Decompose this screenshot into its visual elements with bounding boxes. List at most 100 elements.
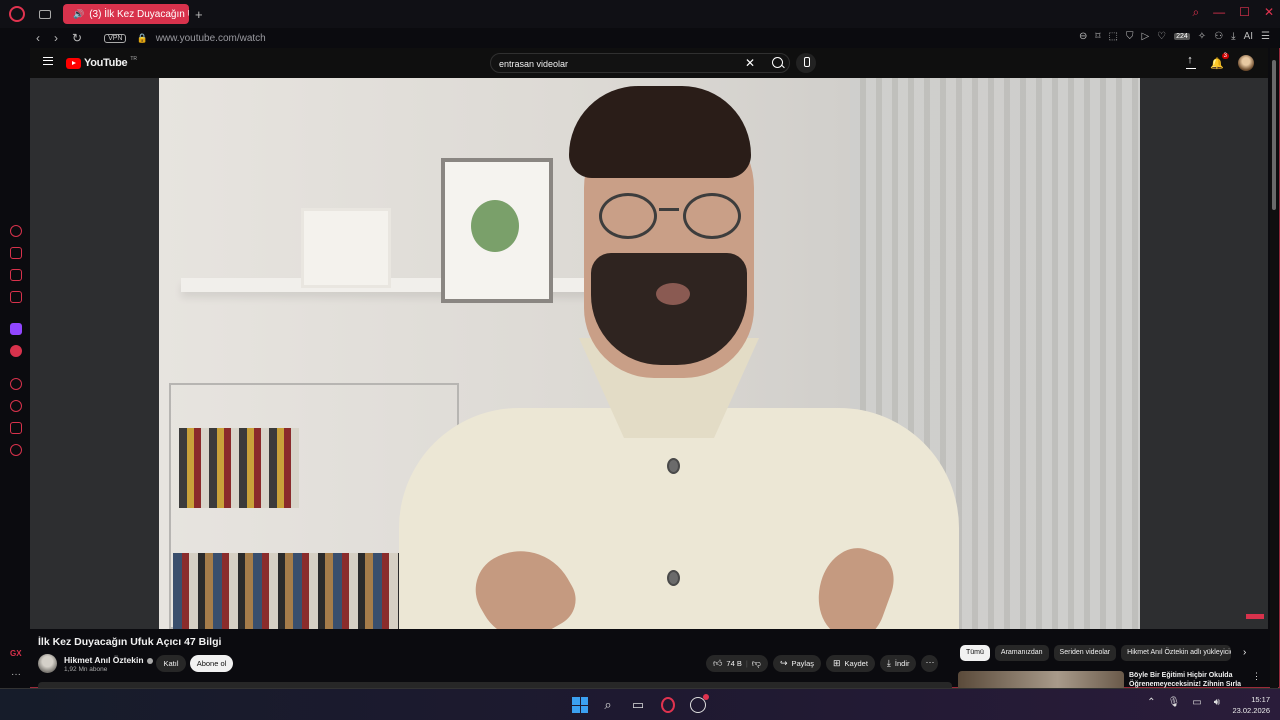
thumbs-down-icon[interactable]: 👎︎ bbox=[752, 658, 761, 669]
zoom-icon[interactable]: ⊖ bbox=[1079, 31, 1087, 42]
subscribe-button[interactable]: Abone ol bbox=[190, 655, 233, 672]
extension-badge[interactable]: 224 bbox=[1174, 33, 1190, 40]
menu-hamburger-icon[interactable] bbox=[43, 57, 53, 65]
player-icon[interactable]: ▷ bbox=[1141, 31, 1149, 42]
verified-icon bbox=[146, 657, 153, 664]
tab-title: (3) İlk Kez Duyacağın U bbox=[89, 8, 189, 20]
extensions-sidebar-icon[interactable] bbox=[10, 422, 22, 434]
recommended-title-line1: Böyle Bir Eğitimi Hiçbir Okulda bbox=[1129, 672, 1233, 679]
ai-button[interactable]: AI bbox=[1244, 31, 1253, 42]
chip-uploader[interactable]: Hikmet Anıl Öztekin adlı yükleyicid bbox=[1121, 645, 1232, 661]
snapshot-icon[interactable]: ⬚ bbox=[1108, 31, 1117, 42]
share-label: Paylaş bbox=[791, 659, 814, 668]
video-books-top bbox=[179, 428, 299, 508]
opera-logo-icon[interactable] bbox=[9, 6, 25, 22]
settings-icon[interactable] bbox=[10, 444, 22, 456]
taskbar-clock[interactable]: 15:17 23.02.2026 bbox=[1232, 694, 1270, 716]
video-player[interactable] bbox=[30, 78, 1268, 629]
gx-control-icon[interactable] bbox=[10, 225, 22, 237]
close-button[interactable]: ✕ bbox=[1264, 5, 1274, 20]
history-icon[interactable] bbox=[10, 400, 22, 412]
network-icon[interactable]: ▭ bbox=[1192, 697, 1201, 708]
share-button[interactable]: ↪ Paylaş bbox=[772, 655, 821, 672]
channel-name-row[interactable]: Hikmet Anıl Öztekin bbox=[64, 655, 153, 665]
back-icon[interactable]: ‹ bbox=[36, 31, 40, 45]
recommended-more-icon[interactable]: ⋮ bbox=[1252, 671, 1261, 682]
minimize-button[interactable]: — bbox=[1213, 5, 1225, 20]
save-button[interactable]: ⊞ Kaydet bbox=[826, 655, 875, 672]
player-sidebar-icon[interactable] bbox=[10, 378, 22, 390]
menu-icon[interactable]: ☰ bbox=[1261, 31, 1270, 42]
save-icon: ⊞ bbox=[833, 658, 841, 668]
messenger-icon[interactable] bbox=[10, 291, 22, 303]
recommended-video-thumbnail[interactable] bbox=[958, 671, 1124, 688]
download-icon[interactable]: ⤓ bbox=[1231, 31, 1235, 42]
search-icon[interactable] bbox=[772, 57, 783, 68]
chip-series[interactable]: Seriden videolar bbox=[1053, 645, 1117, 661]
video-person-mouth bbox=[656, 283, 690, 305]
channel-name[interactable]: Hikmet Anıl Öztekin bbox=[64, 655, 144, 665]
forward-icon[interactable]: › bbox=[54, 31, 58, 45]
gx-label[interactable]: GX bbox=[10, 649, 22, 658]
notification-badge: 3 bbox=[1221, 52, 1229, 59]
clock-date: 23.02.2026 bbox=[1232, 706, 1270, 715]
tab-youtube[interactable]: 🔊 (3) İlk Kez Duyacağın U bbox=[63, 4, 189, 24]
opera-gx-taskbar[interactable] bbox=[658, 695, 678, 715]
shield-icon[interactable]: ⛉ bbox=[1126, 31, 1134, 42]
volume-icon[interactable]: 🔊︎ bbox=[1214, 697, 1220, 708]
task-view-icon[interactable]: ▭ bbox=[628, 695, 648, 715]
chip-from-search[interactable]: Aramanızdan bbox=[994, 645, 1049, 661]
chips-next-icon[interactable]: › bbox=[1243, 647, 1246, 658]
tab-islands-icon[interactable] bbox=[39, 9, 51, 19]
page-scrollbar[interactable] bbox=[1270, 48, 1278, 688]
sidebar-more-icon[interactable]: ··· bbox=[11, 669, 21, 680]
upload-icon[interactable] bbox=[1186, 54, 1197, 69]
gx-corner-icon[interactable] bbox=[10, 247, 22, 259]
join-button[interactable]: Katıl bbox=[156, 655, 186, 672]
reload-icon[interactable]: ↻ bbox=[72, 31, 82, 45]
gx-cleaner-icon[interactable] bbox=[10, 269, 22, 281]
bookmark-icon[interactable]: ⌑ bbox=[1095, 31, 1100, 42]
search-input[interactable] bbox=[499, 57, 739, 71]
heart-icon[interactable]: ♡ bbox=[1157, 31, 1166, 42]
tray-overflow-icon[interactable]: ⌃ bbox=[1147, 697, 1155, 708]
vpn-badge[interactable]: VPN bbox=[104, 33, 127, 43]
address-bar: ‹ › ↻ VPN 🔒 www.youtube.com/watch ⊖ ⌑ ⬚ … bbox=[0, 28, 1280, 48]
clear-search-icon[interactable]: ✕ bbox=[745, 56, 755, 70]
account-avatar[interactable] bbox=[1238, 55, 1254, 71]
youtube-logo-text: YouTube bbox=[84, 57, 128, 69]
chip-all[interactable]: Tümü bbox=[960, 645, 990, 661]
microphone-icon[interactable]: 🎙︎ bbox=[1168, 697, 1181, 708]
download-label: İndir bbox=[894, 659, 910, 668]
download-button[interactable]: ⤓ İndir bbox=[879, 655, 917, 672]
video-title: İlk Kez Duyacağın Ufuk Açıcı 47 Bilgi bbox=[38, 636, 222, 648]
voice-search-icon[interactable] bbox=[796, 53, 816, 73]
windows-start-icon[interactable] bbox=[572, 697, 588, 713]
video-books-bottom bbox=[173, 553, 403, 629]
recommended-video-title[interactable]: Böyle Bir Eğitimi Hiçbir Okulda Öğreneme… bbox=[1129, 671, 1241, 689]
video-picture-frame-tree bbox=[441, 158, 553, 303]
search-tabs-icon[interactable]: ⌕ bbox=[1192, 5, 1199, 20]
video-frame[interactable] bbox=[159, 78, 1140, 629]
gx-app-taskbar[interactable] bbox=[688, 694, 709, 715]
scrollbar-thumb[interactable] bbox=[1272, 60, 1276, 210]
thumbs-up-icon: 👍︎ bbox=[713, 658, 723, 668]
notifications-icon[interactable]: 🔔 3 bbox=[1210, 52, 1229, 70]
youtube-logo[interactable]: YouTube TR bbox=[66, 56, 137, 69]
lock-icon[interactable]: 🔒 bbox=[136, 33, 147, 44]
profile-icon[interactable]: ⚇ bbox=[1214, 31, 1223, 42]
twitch-icon[interactable] bbox=[10, 323, 22, 335]
opera-sidebar: GX ··· bbox=[0, 48, 30, 688]
taskbar-search-icon[interactable]: ⌕ bbox=[598, 695, 618, 715]
url-field[interactable]: www.youtube.com/watch bbox=[156, 33, 266, 44]
discord-icon[interactable] bbox=[10, 345, 22, 357]
youtube-header: YouTube TR ✕ 🔔3 bbox=[30, 48, 1268, 78]
channel-avatar[interactable] bbox=[38, 654, 57, 673]
channel-watermark[interactable] bbox=[1246, 614, 1264, 619]
video-shirt-button bbox=[667, 570, 680, 586]
more-actions-icon[interactable]: ··· bbox=[921, 655, 939, 672]
puzzle-icon[interactable]: ✧ bbox=[1198, 31, 1206, 42]
maximize-button[interactable]: ☐ bbox=[1239, 5, 1250, 20]
like-button[interactable]: 👍︎ 74 B | 👎︎ bbox=[706, 655, 768, 672]
new-tab-button[interactable]: + bbox=[195, 7, 203, 22]
